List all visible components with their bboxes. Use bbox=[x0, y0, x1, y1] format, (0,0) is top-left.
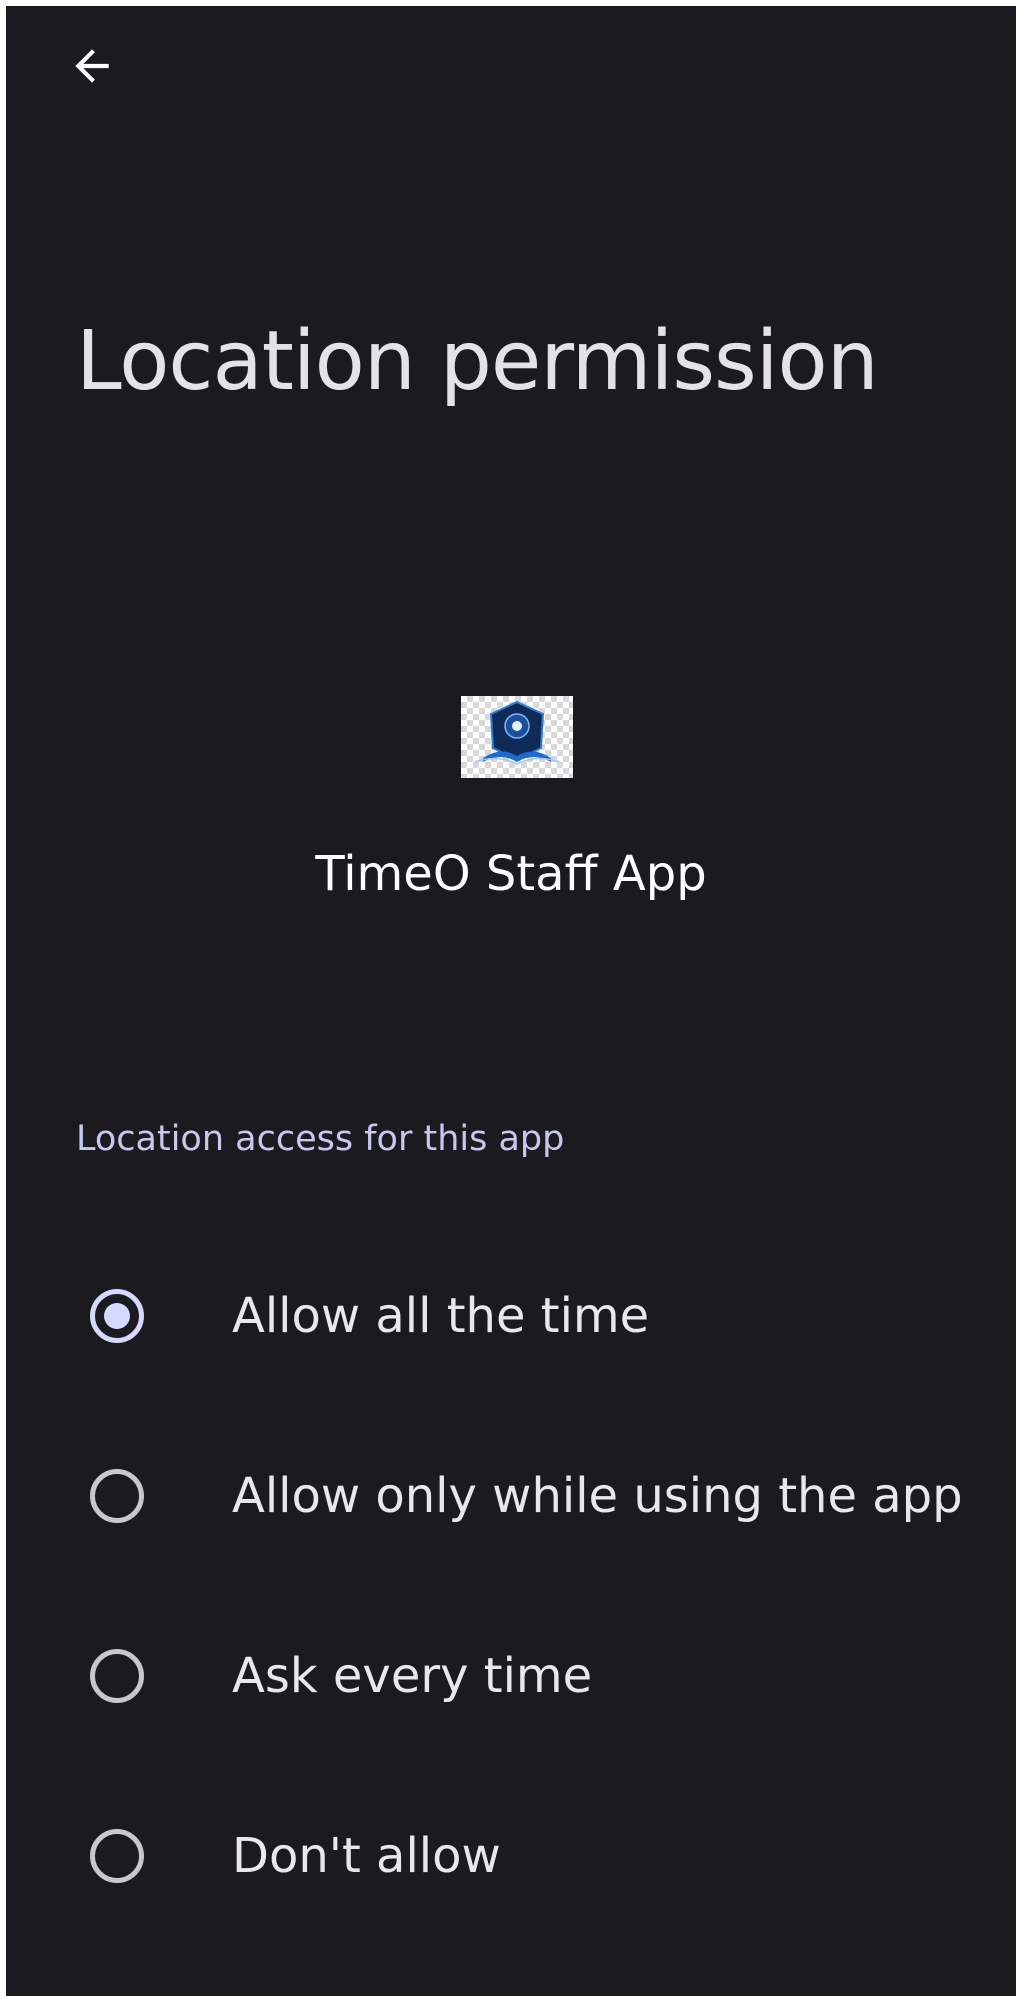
app-logo-icon bbox=[461, 696, 573, 778]
radio-unselected-icon[interactable] bbox=[90, 1469, 144, 1523]
location-options-radio-group: Allow all the time Allow only while usin… bbox=[6, 1226, 1016, 1946]
radio-unselected-icon[interactable] bbox=[90, 1649, 144, 1703]
arrow-back-icon bbox=[75, 49, 109, 83]
option-ask-every-time[interactable]: Ask every time bbox=[6, 1586, 1016, 1766]
option-label: Allow all the time bbox=[232, 1288, 650, 1344]
option-allow-all-the-time[interactable]: Allow all the time bbox=[6, 1226, 1016, 1406]
app-name: TimeO Staff App bbox=[315, 846, 707, 902]
radio-unselected-icon[interactable] bbox=[90, 1829, 144, 1883]
option-label: Don't allow bbox=[232, 1828, 501, 1884]
option-label: Ask every time bbox=[232, 1648, 593, 1704]
radio-selected-icon[interactable] bbox=[90, 1289, 144, 1343]
page-title: Location permission bbox=[76, 314, 879, 409]
option-label: Allow only while using the app bbox=[232, 1468, 963, 1524]
option-dont-allow[interactable]: Don't allow bbox=[6, 1766, 1016, 1946]
location-permission-screen: Location permission TimeO Staff App Loca… bbox=[6, 6, 1016, 1996]
back-button[interactable] bbox=[46, 20, 138, 112]
option-allow-while-using-app[interactable]: Allow only while using the app bbox=[6, 1406, 1016, 1586]
section-label: Location access for this app bbox=[76, 1119, 565, 1159]
